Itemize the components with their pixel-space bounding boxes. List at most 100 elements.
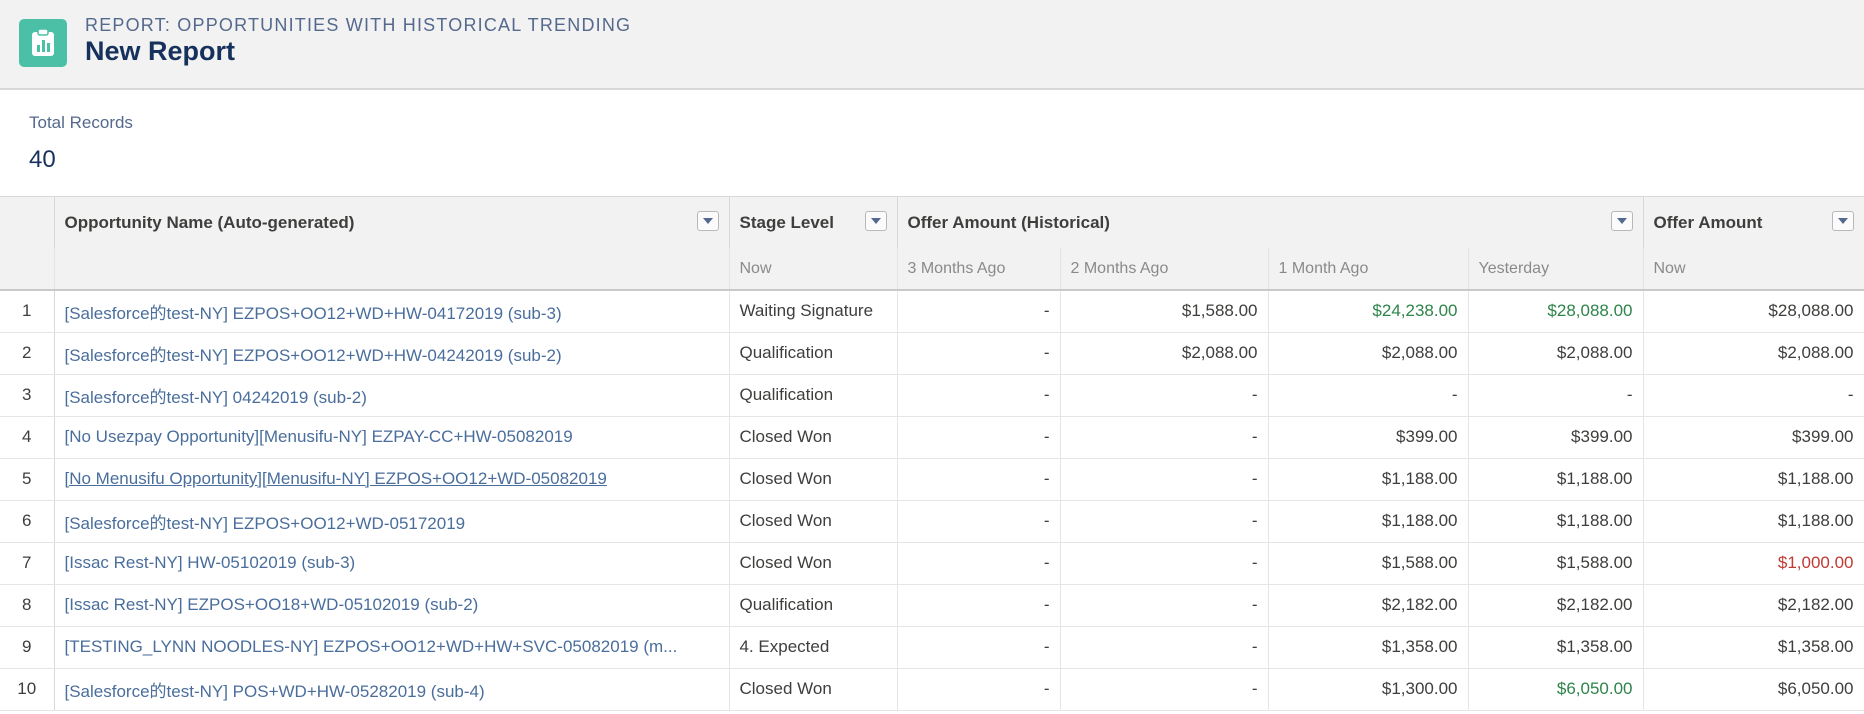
table-row: 9 [TESTING_LYNN NOODLES-NY] EZPOS+OO12+W… bbox=[0, 626, 1864, 669]
stage-level-cell: Qualification bbox=[729, 332, 898, 375]
one-month-ago-cell: - bbox=[1268, 374, 1469, 417]
offer-now-cell: - bbox=[1643, 374, 1864, 417]
one-month-ago-cell: $24,238.00 bbox=[1268, 290, 1469, 333]
stage-level-header-label: Stage Level bbox=[739, 212, 835, 232]
offer-now-cell: $399.00 bbox=[1643, 416, 1864, 459]
two-months-ago-cell: $2,088.00 bbox=[1060, 332, 1269, 375]
row-number: 2 bbox=[0, 332, 55, 375]
yesterday-cell: $1,188.00 bbox=[1468, 458, 1644, 501]
stage-level-cell: Closed Won bbox=[729, 458, 898, 501]
row-number: 1 bbox=[0, 290, 55, 333]
offer-amount-historical-header-label: Offer Amount (Historical) bbox=[907, 212, 1110, 232]
three-months-ago-subheader: 3 Months Ago bbox=[897, 248, 1061, 291]
stage-level-header[interactable]: Stage Level bbox=[729, 197, 898, 248]
row-number: 10 bbox=[0, 668, 55, 711]
total-records-value: 40 bbox=[29, 146, 56, 173]
table-row: 5 [No Menusifu Opportunity][Menusifu-NY]… bbox=[0, 458, 1864, 501]
three-months-ago-cell: - bbox=[897, 542, 1061, 585]
opportunity-name-header-label: Opportunity Name (Auto-generated) bbox=[64, 212, 355, 232]
stage-level-cell: Qualification bbox=[729, 584, 898, 627]
one-month-ago-cell: $399.00 bbox=[1268, 416, 1469, 459]
one-month-ago-cell: $1,588.00 bbox=[1268, 542, 1469, 585]
offer-amount-menu-button[interactable] bbox=[1831, 211, 1854, 231]
row-number: 6 bbox=[0, 500, 55, 543]
two-months-ago-cell: $1,588.00 bbox=[1060, 290, 1269, 333]
offer-amount-historical-menu-button[interactable] bbox=[1610, 211, 1633, 231]
two-months-ago-cell: - bbox=[1060, 458, 1269, 501]
one-month-ago-cell: $1,358.00 bbox=[1268, 626, 1469, 669]
one-month-ago-cell: $1,188.00 bbox=[1268, 500, 1469, 543]
yesterday-cell: $2,088.00 bbox=[1468, 332, 1644, 375]
row-number: 7 bbox=[0, 542, 55, 585]
yesterday-cell: $1,358.00 bbox=[1468, 626, 1644, 669]
row-number: 5 bbox=[0, 458, 55, 501]
two-months-ago-subheader: 2 Months Ago bbox=[1060, 248, 1269, 291]
offer-now-subheader: Now bbox=[1643, 248, 1864, 291]
opportunity-name-link[interactable]: [Salesforce的test-NY] 04242019 (sub-2) bbox=[54, 374, 730, 417]
two-months-ago-cell: - bbox=[1060, 416, 1269, 459]
opportunity-name-link[interactable]: [No Menusifu Opportunity][Menusifu-NY] E… bbox=[54, 458, 730, 501]
three-months-ago-cell: - bbox=[897, 626, 1061, 669]
row-number-subheader bbox=[0, 248, 55, 291]
offer-now-cell: $2,088.00 bbox=[1643, 332, 1864, 375]
stage-level-cell: Waiting Signature bbox=[729, 290, 898, 333]
opportunity-name-link[interactable]: [Issac Rest-NY] EZPOS+OO18+WD-05102019 (… bbox=[54, 584, 730, 627]
three-months-ago-cell: - bbox=[897, 290, 1061, 333]
yesterday-cell: $1,188.00 bbox=[1468, 500, 1644, 543]
report-table: Opportunity Name (Auto-generated) Stage … bbox=[0, 197, 1864, 711]
three-months-ago-cell: - bbox=[897, 332, 1061, 375]
offer-now-cell: $1,188.00 bbox=[1643, 500, 1864, 543]
stage-level-cell: Qualification bbox=[729, 374, 898, 417]
table-row: 7 [Issac Rest-NY] HW-05102019 (sub-3) Cl… bbox=[0, 542, 1864, 585]
table-row: 2 [Salesforce的test-NY] EZPOS+OO12+WD+HW-… bbox=[0, 332, 1864, 375]
table-row: 4 [No Usezpay Opportunity][Menusifu-NY] … bbox=[0, 416, 1864, 459]
offer-now-cell: $1,358.00 bbox=[1643, 626, 1864, 669]
opportunity-name-link[interactable]: [Issac Rest-NY] HW-05102019 (sub-3) bbox=[54, 542, 730, 585]
opportunity-name-subheader bbox=[54, 248, 730, 291]
offer-now-cell: $6,050.00 bbox=[1643, 668, 1864, 711]
stage-now-subheader: Now bbox=[729, 248, 898, 291]
opportunity-name-menu-button[interactable] bbox=[696, 211, 719, 231]
row-number: 3 bbox=[0, 374, 55, 417]
two-months-ago-cell: - bbox=[1060, 668, 1269, 711]
one-month-ago-subheader: 1 Month Ago bbox=[1268, 248, 1469, 291]
report-header: REPORT: OPPORTUNITIES WITH HISTORICAL TR… bbox=[0, 0, 1864, 90]
opportunity-name-link[interactable]: [Salesforce的test-NY] POS+WD+HW-05282019 … bbox=[54, 668, 730, 711]
three-months-ago-cell: - bbox=[897, 500, 1061, 543]
row-number: 8 bbox=[0, 584, 55, 627]
row-number: 4 bbox=[0, 416, 55, 459]
stage-level-cell: Closed Won bbox=[729, 500, 898, 543]
offer-now-cell: $1,188.00 bbox=[1643, 458, 1864, 501]
stage-level-menu-button[interactable] bbox=[864, 211, 887, 231]
opportunity-name-link[interactable]: [Salesforce的test-NY] EZPOS+OO12+WD+HW-04… bbox=[54, 332, 730, 375]
one-month-ago-cell: $1,188.00 bbox=[1268, 458, 1469, 501]
row-number-header bbox=[0, 197, 55, 248]
one-month-ago-cell: $1,300.00 bbox=[1268, 668, 1469, 711]
three-months-ago-cell: - bbox=[897, 416, 1061, 459]
offer-amount-header[interactable]: Offer Amount bbox=[1643, 197, 1864, 248]
two-months-ago-cell: - bbox=[1060, 584, 1269, 627]
table-row: 10 [Salesforce的test-NY] POS+WD+HW-052820… bbox=[0, 668, 1864, 711]
two-months-ago-cell: - bbox=[1060, 626, 1269, 669]
yesterday-cell: $6,050.00 bbox=[1468, 668, 1644, 711]
opportunity-name-link[interactable]: [TESTING_LYNN NOODLES-NY] EZPOS+OO12+WD+… bbox=[54, 626, 730, 669]
yesterday-cell: $28,088.00 bbox=[1468, 290, 1644, 333]
opportunity-name-header[interactable]: Opportunity Name (Auto-generated) bbox=[54, 197, 730, 248]
table-row: 1 [Salesforce的test-NY] EZPOS+OO12+WD+HW-… bbox=[0, 290, 1864, 333]
two-months-ago-cell: - bbox=[1060, 374, 1269, 417]
report-summary: Total Records 40 bbox=[0, 90, 1864, 197]
row-number: 9 bbox=[0, 626, 55, 669]
yesterday-cell: $399.00 bbox=[1468, 416, 1644, 459]
total-records-label: Total Records bbox=[29, 113, 133, 132]
offer-now-cell: $2,182.00 bbox=[1643, 584, 1864, 627]
stage-level-cell: Closed Won bbox=[729, 542, 898, 585]
opportunity-name-link[interactable]: [Salesforce的test-NY] EZPOS+OO12+WD+HW-04… bbox=[54, 290, 730, 333]
yesterday-cell: - bbox=[1468, 374, 1644, 417]
three-months-ago-cell: - bbox=[897, 584, 1061, 627]
opportunity-name-link[interactable]: [Salesforce的test-NY] EZPOS+OO12+WD-05172… bbox=[54, 500, 730, 543]
report-icon bbox=[19, 19, 67, 67]
opportunity-name-link[interactable]: [No Usezpay Opportunity][Menusifu-NY] EZ… bbox=[54, 416, 730, 459]
three-months-ago-cell: - bbox=[897, 668, 1061, 711]
offer-amount-historical-header[interactable]: Offer Amount (Historical) bbox=[897, 197, 1644, 248]
one-month-ago-cell: $2,182.00 bbox=[1268, 584, 1469, 627]
